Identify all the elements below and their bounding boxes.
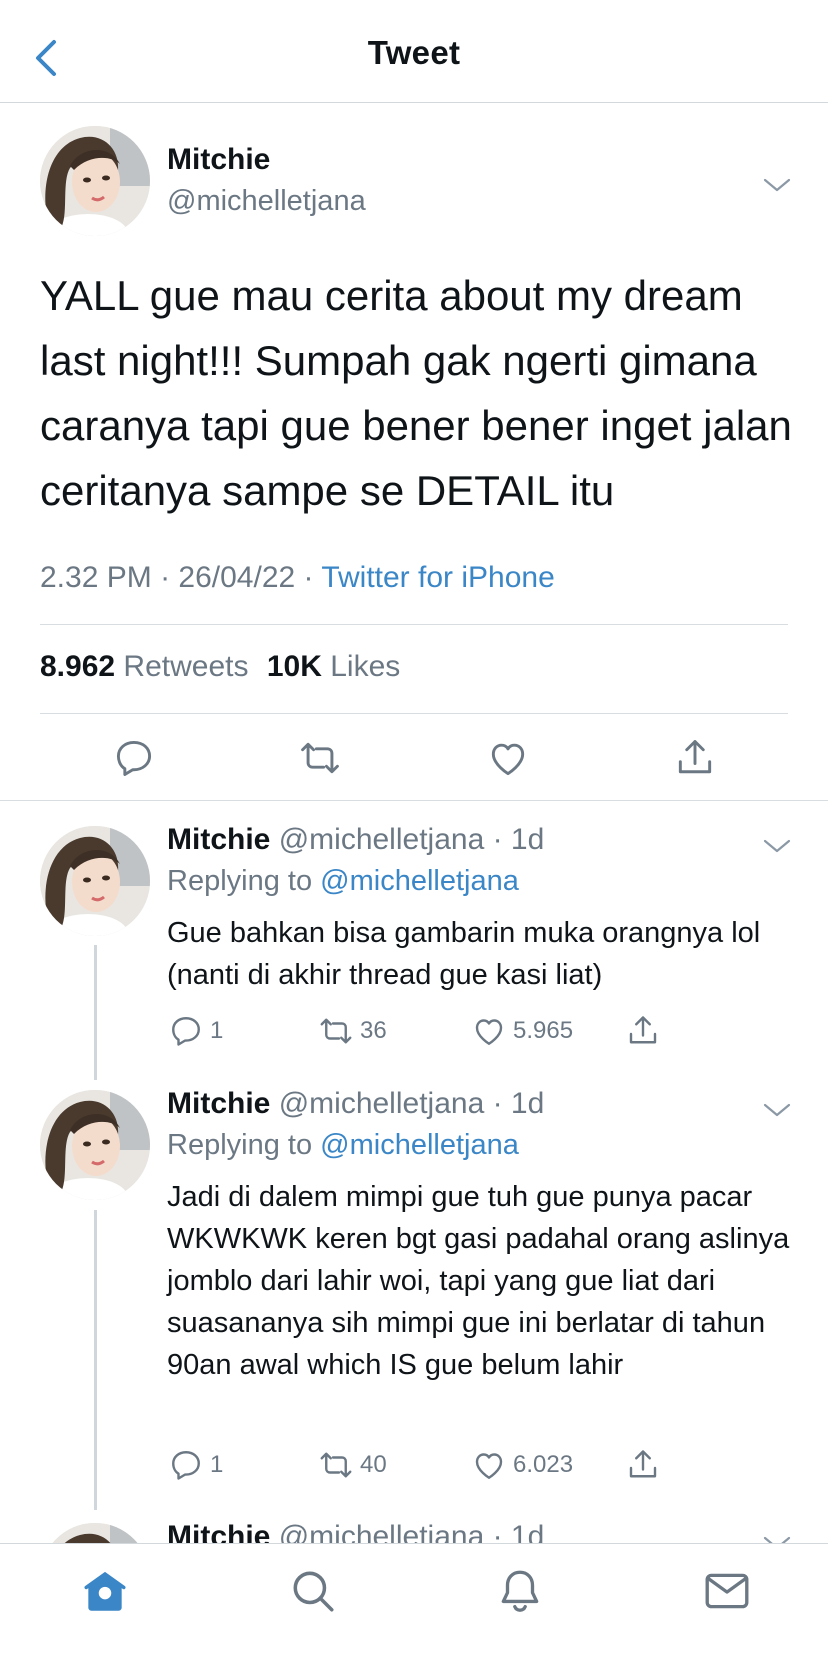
tweet-time: 2.32 PM	[40, 561, 152, 594]
meta-separator: ·	[151, 561, 179, 594]
heart-icon	[471, 1013, 507, 1049]
likes-stat[interactable]: 10K Likes	[267, 650, 400, 683]
retweet-count: 40	[360, 1451, 387, 1478]
divider	[0, 800, 828, 801]
top-nav-bar: Tweet	[0, 0, 828, 103]
author-name[interactable]: Mitchie	[167, 823, 270, 856]
home-icon[interactable]	[80, 1566, 130, 1616]
tweet-date: 26/04/22	[178, 561, 296, 594]
author-name[interactable]: Mitchie	[167, 1087, 270, 1120]
retweets-count: 8.962	[40, 650, 116, 683]
tweet-detail: Mitchie @michelletjana YALL gue mau ceri…	[0, 103, 828, 1543]
share-action[interactable]	[625, 1011, 661, 1051]
reply-count: 1	[210, 1451, 224, 1478]
avatar[interactable]	[40, 1090, 150, 1200]
bottom-tab-bar	[0, 1543, 828, 1659]
author-name[interactable]: Mitchie	[167, 143, 270, 177]
share-action[interactable]	[625, 1445, 661, 1485]
author-handle[interactable]: @michelletjana	[279, 823, 485, 856]
heart-icon	[471, 1447, 507, 1483]
avatar[interactable]	[40, 826, 150, 936]
tweet-age: · 1d	[492, 823, 545, 856]
reply-action[interactable]: 1	[168, 1011, 223, 1051]
replying-to: Replying to @michelletjana	[167, 1129, 519, 1162]
like-count: 6.023	[513, 1451, 574, 1478]
author-name[interactable]: Mitchie	[167, 1520, 270, 1543]
like-action[interactable]: 5.965	[471, 1011, 573, 1051]
tweet-age: · 1d	[492, 1520, 545, 1543]
share-icon	[625, 1013, 661, 1049]
reply-count: 1	[210, 1017, 224, 1044]
author-handle[interactable]: @michelletjana	[167, 185, 366, 218]
chevron-down-icon[interactable]	[762, 836, 792, 856]
replying-prefix: Replying to	[167, 865, 313, 897]
like-action[interactable]: 6.023	[471, 1445, 573, 1485]
replying-to: Replying to @michelletjana	[167, 865, 519, 898]
tweet-meta: 2.32 PM · 26/04/22 · Twitter for iPhone	[40, 561, 555, 595]
thread-line	[94, 1210, 97, 1510]
reply-icon[interactable]	[112, 736, 156, 780]
share-icon	[625, 1447, 661, 1483]
page-title: Tweet	[367, 34, 461, 71]
retweets-label: Retweets	[123, 650, 249, 683]
reply-action[interactable]: 1	[168, 1445, 223, 1485]
heart-icon[interactable]	[486, 736, 530, 780]
chevron-down-icon[interactable]	[762, 175, 792, 195]
reply-text: Gue bahkan bisa gambarin muka orangnya l…	[167, 917, 761, 991]
likes-label: Likes	[330, 650, 401, 683]
like-count: 5.965	[513, 1017, 574, 1044]
retweet-action[interactable]: 40	[318, 1445, 387, 1485]
chevron-down-icon[interactable]	[762, 1533, 792, 1543]
retweet-icon[interactable]	[298, 736, 342, 780]
replying-to-link[interactable]: @michelletjana	[320, 865, 519, 897]
avatar[interactable]	[40, 126, 150, 236]
tweet-stats: 8.962 Retweets 10K Likes	[40, 650, 410, 684]
author-handle[interactable]: @michelletjana	[279, 1087, 485, 1120]
retweet-count: 36	[360, 1017, 387, 1044]
reply-icon	[168, 1013, 204, 1049]
divider	[40, 713, 788, 714]
likes-count: 10K	[266, 650, 322, 683]
retweets-stat[interactable]: 8.962 Retweets	[40, 650, 248, 683]
tweet-text: YALL gue mau cerita about my dream last …	[40, 272, 792, 514]
author-handle[interactable]: @michelletjana	[279, 1520, 485, 1543]
messages-icon[interactable]	[702, 1566, 752, 1616]
reply-text: Jadi di dalem mimpi gue tuh gue punya pa…	[167, 1181, 790, 1381]
reply-icon	[168, 1447, 204, 1483]
retweet-action[interactable]: 36	[318, 1011, 387, 1051]
avatar[interactable]	[40, 1523, 150, 1543]
retweet-icon	[318, 1013, 354, 1049]
retweet-icon	[318, 1447, 354, 1483]
notifications-icon[interactable]	[495, 1566, 545, 1616]
tweet-age: · 1d	[492, 1087, 545, 1120]
replying-to-link[interactable]: @michelletjana	[320, 1129, 519, 1161]
thread-line	[94, 945, 97, 1080]
divider	[40, 624, 788, 625]
replying-prefix: Replying to	[167, 1129, 313, 1161]
reply-header: Mitchie @michelletjana · 1d	[167, 823, 544, 857]
meta-separator: ·	[295, 561, 322, 594]
reply-header: Mitchie @michelletjana · 1d	[167, 1520, 544, 1543]
chevron-down-icon[interactable]	[762, 1100, 792, 1120]
reply-header: Mitchie @michelletjana · 1d	[167, 1087, 544, 1121]
search-icon[interactable]	[288, 1566, 338, 1616]
tweet-source-link[interactable]: Twitter for iPhone	[321, 561, 554, 594]
share-icon[interactable]	[673, 736, 717, 780]
